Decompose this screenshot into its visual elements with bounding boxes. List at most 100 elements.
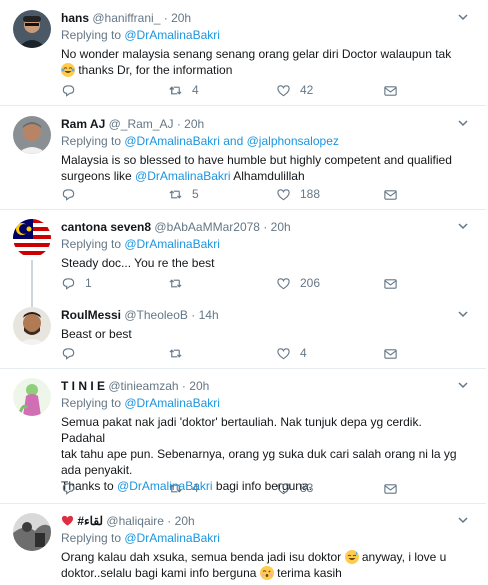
retweet-button[interactable]: 5 [168,186,199,202]
tweet-text-line: Steady doc... You re the best [61,256,215,270]
like-count: 83 [300,481,314,495]
tweet-actions: 4 [61,345,471,361]
tweet[interactable]: Ram AJ @_Ram_AJ · 20h Replying to @DrAma… [0,106,486,210]
avatar[interactable] [13,116,51,154]
heart-icon [277,347,290,359]
tweet-text-line: Beast or best [61,327,132,341]
display-name[interactable]: RoulMessi [61,308,121,322]
tweet-text: Beast or best [61,326,468,342]
timestamp[interactable]: 20h [189,379,209,393]
tweet-header: Ram AJ @_Ram_AJ · 20h [61,116,468,133]
user-handle[interactable]: @bAbAaMMar2078 [154,220,260,234]
direct-message-button[interactable] [383,345,398,361]
mention-link[interactable]: @DrAmalinaBakri [124,134,220,148]
reply-count: 1 [85,276,92,290]
display-name[interactable]: #لقاء [77,514,103,528]
tweet[interactable]: RoulMessi @TheoleoB · 14h Beast or best … [0,300,486,369]
user-handle[interactable]: @haliqaire [106,514,164,528]
retweet-button[interactable]: 4 [168,82,199,98]
tweet-header: hans @haniffrani_ · 20h [61,10,468,27]
tweet-header: #لقاء @haliqaire · 20h [61,513,468,530]
tweet[interactable]: T I N I E @tinieamzah · 20h Replying to … [0,369,486,504]
direct-message-button[interactable] [383,186,398,202]
user-handle[interactable]: @tinieamzah [108,379,178,393]
replying-prefix: Replying to [61,396,125,410]
retweet-count: 4 [192,83,199,97]
avatar[interactable] [13,378,51,416]
avatar[interactable] [13,219,51,257]
like-button[interactable]: 42 [276,82,313,98]
reply-button[interactable] [61,345,85,361]
direct-message-button[interactable] [383,82,398,98]
mention-link[interactable]: @DrAmalinaBakri [124,237,220,251]
tweet-actions: 4 42 [61,82,471,98]
chevron-down-icon[interactable] [456,10,470,24]
avatar[interactable] [13,307,51,345]
chevron-down-icon[interactable] [456,116,470,130]
like-button[interactable]: 4 [276,345,307,361]
tweet-actions: 1 206 [61,275,471,291]
replying-prefix: Replying to [61,134,125,148]
tweet-text-line: surgeons like @DrAmalinaBakri Alhamdulil… [61,169,305,183]
like-button[interactable]: 206 [276,275,320,291]
tweet[interactable]: hans @haniffrani_ · 20h Replying to @DrA… [0,0,486,106]
replying-to: Replying to @DrAmalinaBakri [61,395,468,412]
separator-dot: · [181,379,186,393]
retweet-button[interactable] [168,345,192,361]
tweet[interactable]: #لقاء @haliqaire · 20h Replying to @DrAm… [0,504,486,585]
display-name[interactable]: hans [61,11,89,25]
tweet[interactable]: cantona seven8 @bAbAaMMar2078 · 20h Repl… [0,210,486,308]
reply-icon [62,188,75,201]
timestamp[interactable]: 20h [175,514,195,528]
like-count: 42 [300,83,314,97]
reply-button[interactable]: 1 [61,275,92,291]
avatar[interactable] [13,513,51,551]
display-name[interactable]: cantona seven8 [61,220,151,234]
kissing-emoji-icon [259,566,274,580]
separator-dot: · [167,514,172,528]
tweet-actions: 4 83 [61,480,471,496]
direct-message-button[interactable] [383,275,398,291]
like-button[interactable]: 83 [276,480,313,496]
tweet-header: cantona seven8 @bAbAaMMar2078 · 20h [61,219,468,236]
mention-link[interactable]: @jalphonsalopez [247,134,339,148]
timestamp[interactable]: 20h [184,117,204,131]
timestamp[interactable]: 14h [199,308,219,322]
chevron-down-icon[interactable] [456,378,470,392]
like-count: 206 [300,276,321,290]
reply-icon [62,482,75,495]
tweet-actions: 5 188 [61,186,471,202]
retweet-icon [169,85,182,95]
display-name[interactable]: T I N I E [61,379,105,393]
mention-link[interactable]: @DrAmalinaBakri [135,169,231,183]
timestamp[interactable]: 20h [171,11,191,25]
avatar[interactable] [13,10,51,48]
retweet-button[interactable]: 4 [168,480,199,496]
reply-button[interactable] [61,186,85,202]
replying-prefix: Replying to [61,531,125,545]
tweet-text: Malaysia is so blessed to have humble bu… [61,152,468,184]
mention-link[interactable]: @DrAmalinaBakri [124,531,220,545]
user-handle[interactable]: @_Ram_AJ [109,117,174,131]
direct-message-button[interactable] [383,480,398,496]
retweet-button[interactable] [168,275,192,291]
mention-link[interactable]: @DrAmalinaBakri [124,28,220,42]
envelope-icon [384,278,397,289]
like-button[interactable]: 188 [276,186,320,202]
timestamp[interactable]: 20h [271,220,291,234]
mention-link[interactable]: @DrAmalinaBakri [124,396,220,410]
tweet-text-line: No wonder malaysia senang senang orang g… [61,47,452,61]
replying-to: Replying to @DrAmalinaBakri [61,236,468,253]
reply-button[interactable] [61,82,85,98]
chevron-down-icon[interactable] [456,513,470,527]
chevron-down-icon[interactable] [456,219,470,233]
replying-to: Replying to @DrAmalinaBakri [61,530,468,547]
display-name[interactable]: Ram AJ [61,117,105,131]
user-handle[interactable]: @haniffrani_ [92,11,160,25]
reply-button[interactable] [61,480,85,496]
chevron-down-icon[interactable] [456,307,470,321]
user-handle[interactable]: @TheoleoB [124,308,188,322]
retweet-icon [169,189,182,199]
tweet-header: RoulMessi @TheoleoB · 14h [61,307,468,324]
envelope-icon [384,189,397,200]
